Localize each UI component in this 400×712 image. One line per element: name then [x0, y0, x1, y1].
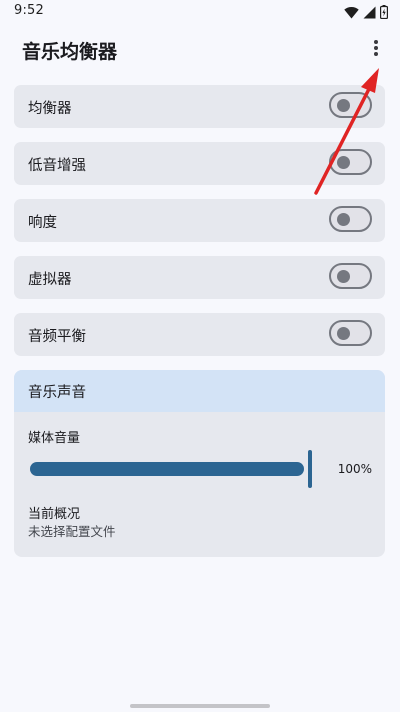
- more-options-button[interactable]: [360, 34, 392, 66]
- status-bar: 9:52: [0, 0, 400, 24]
- setting-label: 响度: [28, 215, 57, 231]
- setting-row-bass-boost[interactable]: 低音增强: [14, 142, 385, 185]
- toggle-knob: [337, 270, 350, 283]
- app-bar: 音乐均衡器: [0, 28, 400, 72]
- setting-row-virtualizer[interactable]: 虚拟器: [14, 256, 385, 299]
- music-sound-card: 音乐声音 媒体音量 100% 当前概况 未选择配置文件: [14, 370, 385, 557]
- media-volume-value: 100%: [337, 462, 372, 476]
- gesture-bar: [130, 704, 270, 708]
- setting-label: 音频平衡: [28, 329, 86, 345]
- setting-label: 均衡器: [28, 101, 72, 117]
- setting-row-equalizer[interactable]: 均衡器: [14, 85, 385, 128]
- media-volume-label: 媒体音量: [28, 431, 81, 446]
- current-profile-value: 未选择配置文件: [28, 524, 116, 539]
- toggle-knob: [337, 213, 350, 226]
- page-title: 音乐均衡器: [22, 41, 118, 63]
- equalizer-toggle[interactable]: [329, 92, 372, 118]
- toggle-knob: [337, 327, 350, 340]
- toggle-knob: [337, 99, 350, 112]
- slider-handle[interactable]: [308, 450, 312, 488]
- status-time: 9:52: [14, 3, 44, 18]
- setting-row-audio-balance[interactable]: 音频平衡: [14, 313, 385, 356]
- music-sound-header[interactable]: 音乐声音: [14, 370, 385, 412]
- setting-label: 低音增强: [28, 158, 86, 174]
- music-sound-title: 音乐声音: [28, 385, 86, 401]
- wifi-icon: [344, 6, 359, 19]
- toggle-knob: [337, 156, 350, 169]
- loudness-toggle[interactable]: [329, 206, 372, 232]
- status-icons: [344, 4, 388, 20]
- current-profile-label: 当前概况: [28, 507, 81, 522]
- slider-track-active: [30, 462, 304, 476]
- setting-label: 虚拟器: [28, 272, 72, 288]
- bass-boost-toggle[interactable]: [329, 149, 372, 175]
- virtualizer-toggle[interactable]: [329, 263, 372, 289]
- battery-icon: [380, 5, 388, 19]
- audio-balance-toggle[interactable]: [329, 320, 372, 346]
- media-volume-slider[interactable]: [30, 450, 315, 488]
- more-vert-icon: [373, 39, 379, 61]
- setting-row-loudness[interactable]: 响度: [14, 199, 385, 242]
- cellular-signal-icon: [363, 6, 376, 19]
